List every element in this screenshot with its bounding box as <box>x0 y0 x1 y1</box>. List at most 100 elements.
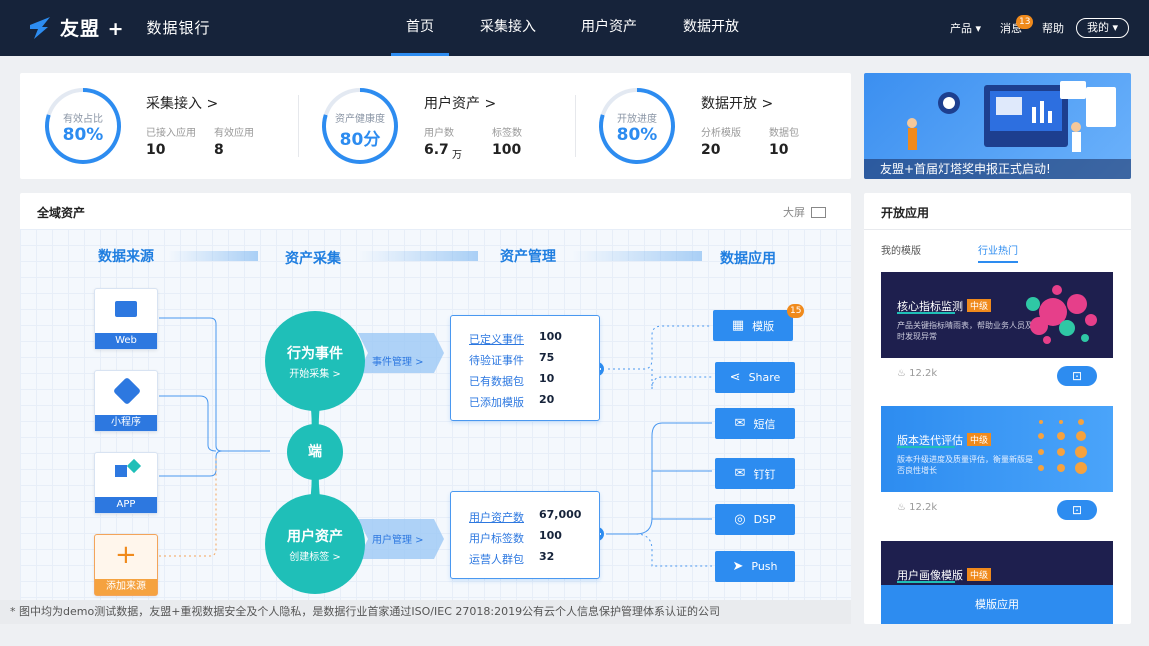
product-menu[interactable]: 产品 ▾ <box>950 0 981 56</box>
node-sub: 创建标签 > <box>289 552 341 563</box>
user-assets-node[interactable]: 用户资产 创建标签 > <box>265 494 365 594</box>
template-card[interactable]: 版本迭代评估 中级 版本升级进度及质量评估，衡量新版是否良性增长 <box>881 406 1113 492</box>
stat-value: 10 <box>769 142 789 158</box>
step-arrow <box>572 251 702 261</box>
add-to-cart-button[interactable]: ⊡ <box>1057 500 1097 520</box>
stat-unit: 万 <box>452 150 462 161</box>
share-icon: ⋖ <box>729 370 741 385</box>
step-data-apply: 数据应用 <box>720 251 776 267</box>
apply-template-button[interactable]: 模版应用 <box>881 585 1113 624</box>
card-desc: 产品关键指标晴雨表，帮助业务人员及时发现异常 <box>897 321 1033 341</box>
app-template[interactable]: ▦ 模版 <box>713 310 793 341</box>
card-likes: ♨ 12.2k <box>897 502 937 513</box>
message-count-badge: 13 <box>1016 15 1034 29</box>
cart-icon: ⊡ <box>1071 369 1083 383</box>
product-name: 数据银行 <box>146 19 211 37</box>
stats-panel: 有效占比 80% 采集接入 > 已接入应用 10 有效应用 8 资产健康度 80… <box>20 73 851 179</box>
app-label: DSP <box>753 513 776 526</box>
app-dsp[interactable]: ◎ DSP <box>715 504 795 535</box>
target-icon: ◎ <box>734 512 746 527</box>
send-icon: ➤ <box>732 559 744 574</box>
promo-banner[interactable]: 友盟+首届灯塔奖申报正式启动! <box>864 73 1131 179</box>
source-label: 添加来源 <box>95 579 157 595</box>
stat-title-link[interactable]: 数据开放 > <box>701 93 773 113</box>
user-row-label[interactable]: 用户资产数 <box>469 509 524 525</box>
step-data-source: 数据来源 <box>98 249 154 265</box>
ring-label: 有效占比 <box>63 114 103 125</box>
add-source-button[interactable]: + 添加来源 <box>94 534 158 596</box>
app-icon <box>115 465 127 477</box>
stat-data-open: 开放进度 80% 数据开放 > 分析模版 20 数据包 10 <box>574 73 851 179</box>
template-card[interactable]: 用户画像模版 中级 模版应用 <box>881 541 1113 624</box>
banner-illustration <box>907 81 1116 152</box>
nav-user-assets[interactable]: 用户资产 <box>573 0 645 56</box>
brand[interactable]: 友盟 + 数据银行 <box>28 14 211 41</box>
app-share[interactable]: ⋖ Share <box>715 362 795 393</box>
event-row-label[interactable]: 已定义事件 <box>469 331 524 347</box>
event-row-label: 已有数据包 <box>469 375 524 388</box>
stat-key: 数据包 <box>769 128 799 139</box>
tab-industry-hot[interactable]: 行业热门 <box>978 242 1018 263</box>
stat-value: 100 <box>492 142 522 158</box>
mail-icon: ✉ <box>734 466 746 481</box>
source-mini-program[interactable]: 小程序 <box>94 370 158 432</box>
tab-my-templates[interactable]: 我的模版 <box>881 242 921 257</box>
umeng-logo-icon <box>28 15 52 41</box>
event-row-value: 10 <box>539 372 555 385</box>
source-label: Web <box>95 333 157 349</box>
stat-value: 20 <box>701 142 721 158</box>
terminal-node[interactable]: 端 <box>287 424 343 480</box>
top-nav-bar: 友盟 + 数据银行 首页 采集接入 用户资产 数据开放 产品 ▾ 消息 13 帮… <box>0 0 1149 56</box>
user-row-value: 32 <box>539 550 555 563</box>
node-sub: 开始采集 > <box>289 369 341 380</box>
card-level-tag: 中级 <box>967 299 992 312</box>
likes-count: 12.2k <box>909 368 938 379</box>
template-card[interactable]: 核心指标监测 中级 产品关键指标晴雨表，帮助业务人员及时发现异常 <box>881 272 1113 358</box>
source-label: 小程序 <box>95 415 157 431</box>
nav-home[interactable]: 首页 <box>391 0 449 56</box>
stat-key: 标签数 <box>492 128 522 139</box>
event-row-value: 75 <box>539 351 555 364</box>
nav-collect[interactable]: 采集接入 <box>472 0 544 56</box>
fire-icon: ♨ <box>897 502 910 513</box>
card-level-tag: 中级 <box>967 568 992 581</box>
stat-value: 10 <box>146 142 166 158</box>
card-underline <box>897 581 955 583</box>
stat-title-link[interactable]: 采集接入 > <box>146 93 218 113</box>
app-label: 钉钉 <box>753 467 776 481</box>
mini-program-icon <box>112 376 142 406</box>
user-stats-box: 用户资产数 67,000 用户标签数 100 运营人群包 32 <box>450 491 600 579</box>
card-level-tag: 中级 <box>967 433 992 446</box>
user-manage-link[interactable]: 用户管理 > <box>372 531 424 546</box>
behavior-events-node[interactable]: 行为事件 开始采集 > <box>265 311 365 411</box>
likes-count: 12.2k <box>909 502 938 513</box>
app-sms[interactable]: ✉ 短信 <box>715 408 795 439</box>
user-row-value: 100 <box>539 529 562 542</box>
app-dingtalk[interactable]: ✉ 钉钉 <box>715 458 795 489</box>
fullscreen-button[interactable]: 大屏 <box>783 204 826 220</box>
ring-value: 80% <box>62 125 104 145</box>
event-row-value: 100 <box>539 330 562 343</box>
my-account-button[interactable]: 我的 ▾ <box>1076 18 1130 38</box>
help-link[interactable]: 帮助 <box>1042 0 1064 56</box>
step-arrow <box>168 251 258 261</box>
source-app[interactable]: APP <box>94 452 158 514</box>
app-label: 短信 <box>753 417 776 431</box>
node-title: 行为事件 <box>287 346 343 362</box>
bubble-chart-illustration <box>1026 285 1097 344</box>
stat-key: 分析模版 <box>701 128 741 139</box>
add-to-cart-button[interactable]: ⊡ <box>1057 366 1097 386</box>
event-manage-link[interactable]: 事件管理 > <box>372 353 424 368</box>
ring-value: 80% <box>616 125 658 145</box>
fire-icon: ♨ <box>897 368 910 379</box>
asset-flow-canvas: 数据来源 资产采集 资产管理 数据应用 Web 小程序 APP + 添加来源 行… <box>20 229 851 624</box>
source-web[interactable]: Web <box>94 288 158 350</box>
card-underline <box>897 312 955 314</box>
step-asset-collect: 资产采集 <box>285 251 341 267</box>
card-footer: ♨ 12.2k ⊡ <box>881 358 1113 394</box>
app-push[interactable]: ➤ Push <box>715 551 795 582</box>
stat-title-link[interactable]: 用户资产 > <box>424 93 496 113</box>
event-row-label: 已添加模版 <box>469 396 524 409</box>
open-apps-title: 开放应用 <box>881 206 930 220</box>
nav-data-open[interactable]: 数据开放 <box>675 0 747 56</box>
